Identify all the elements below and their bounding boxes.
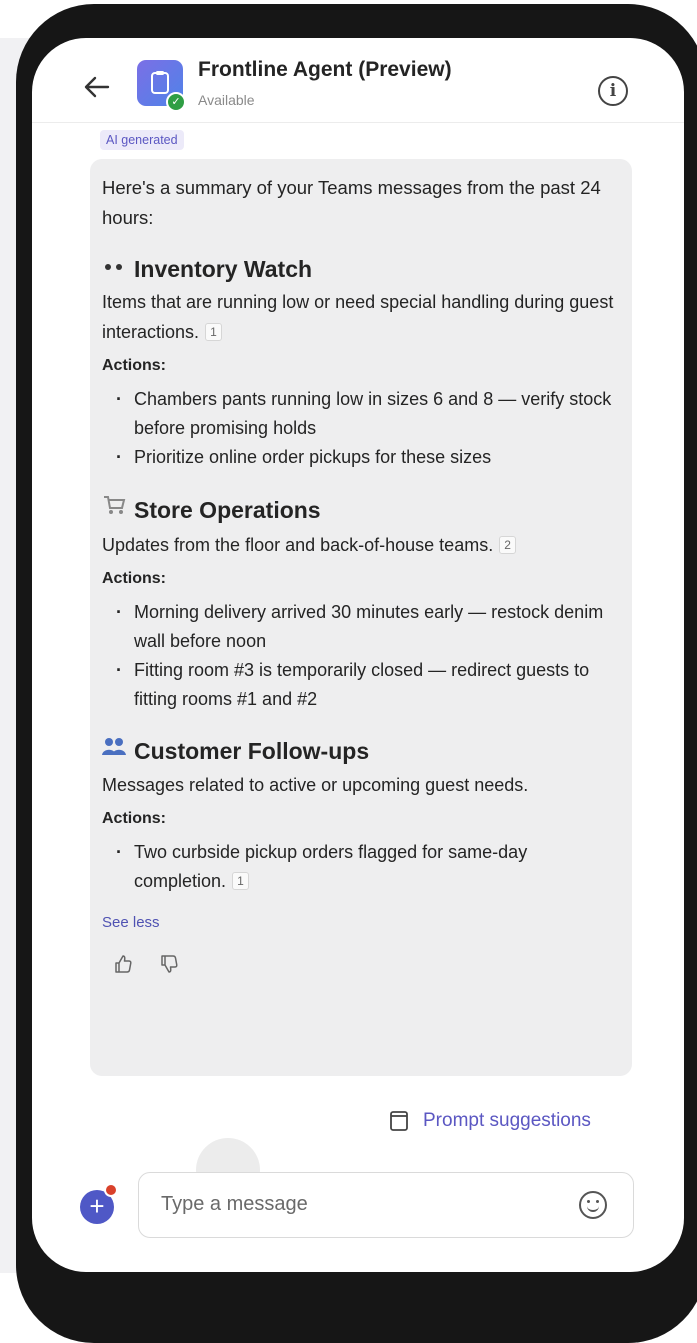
section-title: Store Operations bbox=[102, 494, 622, 526]
ai-generated-badge: AI generated bbox=[100, 130, 184, 150]
see-less-link[interactable]: See less bbox=[102, 914, 622, 931]
eyes-icon bbox=[102, 255, 128, 283]
message-bubble: Here's a summary of your Teams messages … bbox=[90, 159, 632, 1076]
prompt-suggestions-label: Prompt suggestions bbox=[423, 1110, 591, 1131]
cart-icon bbox=[102, 494, 128, 526]
notification-dot bbox=[104, 1183, 118, 1197]
section-description: Messages related to active or upcoming g… bbox=[102, 775, 529, 795]
list-item: Two curbside pickup orders flagged for s… bbox=[102, 838, 622, 896]
section-title: Customer Follow-ups bbox=[102, 736, 622, 766]
citation[interactable]: 1 bbox=[232, 872, 249, 890]
actions-label: Actions: bbox=[102, 570, 166, 587]
info-icon[interactable]: i bbox=[598, 76, 628, 106]
list-item: Morning delivery arrived 30 minutes earl… bbox=[102, 598, 622, 656]
agent-name[interactable]: Frontline Agent (Preview) bbox=[198, 58, 452, 82]
feedback-bar bbox=[102, 953, 622, 975]
notebook-icon bbox=[390, 1111, 408, 1131]
available-status-icon: ✓ bbox=[166, 92, 186, 112]
back-arrow-icon[interactable] bbox=[80, 70, 114, 104]
thumbs-down-icon[interactable] bbox=[158, 953, 180, 975]
message-intro: Here's a summary of your Teams messages … bbox=[102, 177, 601, 228]
citation[interactable]: 1 bbox=[205, 323, 222, 341]
list-item: Chambers pants running low in sizes 6 an… bbox=[102, 385, 622, 443]
section-description: Items that are running low or need speci… bbox=[102, 292, 614, 342]
list-item: Fitting room #3 is temporarily closed — … bbox=[102, 656, 622, 714]
section-title: Inventory Watch bbox=[102, 255, 622, 283]
people-icon bbox=[102, 736, 128, 766]
actions-label: Actions: bbox=[102, 357, 166, 374]
action-list: Chambers pants running low in sizes 6 an… bbox=[102, 385, 622, 472]
action-list: Two curbside pickup orders flagged for s… bbox=[102, 838, 622, 896]
action-list: Morning delivery arrived 30 minutes earl… bbox=[102, 598, 622, 714]
agent-status: Available bbox=[198, 92, 255, 108]
message-input-placeholder: Type a message bbox=[161, 1193, 308, 1215]
thumbs-up-icon[interactable] bbox=[112, 953, 134, 975]
citation[interactable]: 2 bbox=[499, 536, 516, 554]
phone-screen: ✓ Frontline Agent (Preview) Available i … bbox=[32, 38, 684, 1272]
section-description: Updates from the floor and back-of-house… bbox=[102, 530, 622, 560]
actions-label: Actions: bbox=[102, 810, 166, 827]
message-input[interactable]: Type a message bbox=[138, 1172, 634, 1238]
chat-header: ✓ Frontline Agent (Preview) Available i bbox=[32, 38, 684, 123]
emoji-icon[interactable] bbox=[579, 1191, 607, 1219]
list-item: Prioritize online order pickups for thes… bbox=[102, 443, 622, 472]
prompt-suggestions-button[interactable]: Prompt suggestions bbox=[389, 1110, 591, 1132]
